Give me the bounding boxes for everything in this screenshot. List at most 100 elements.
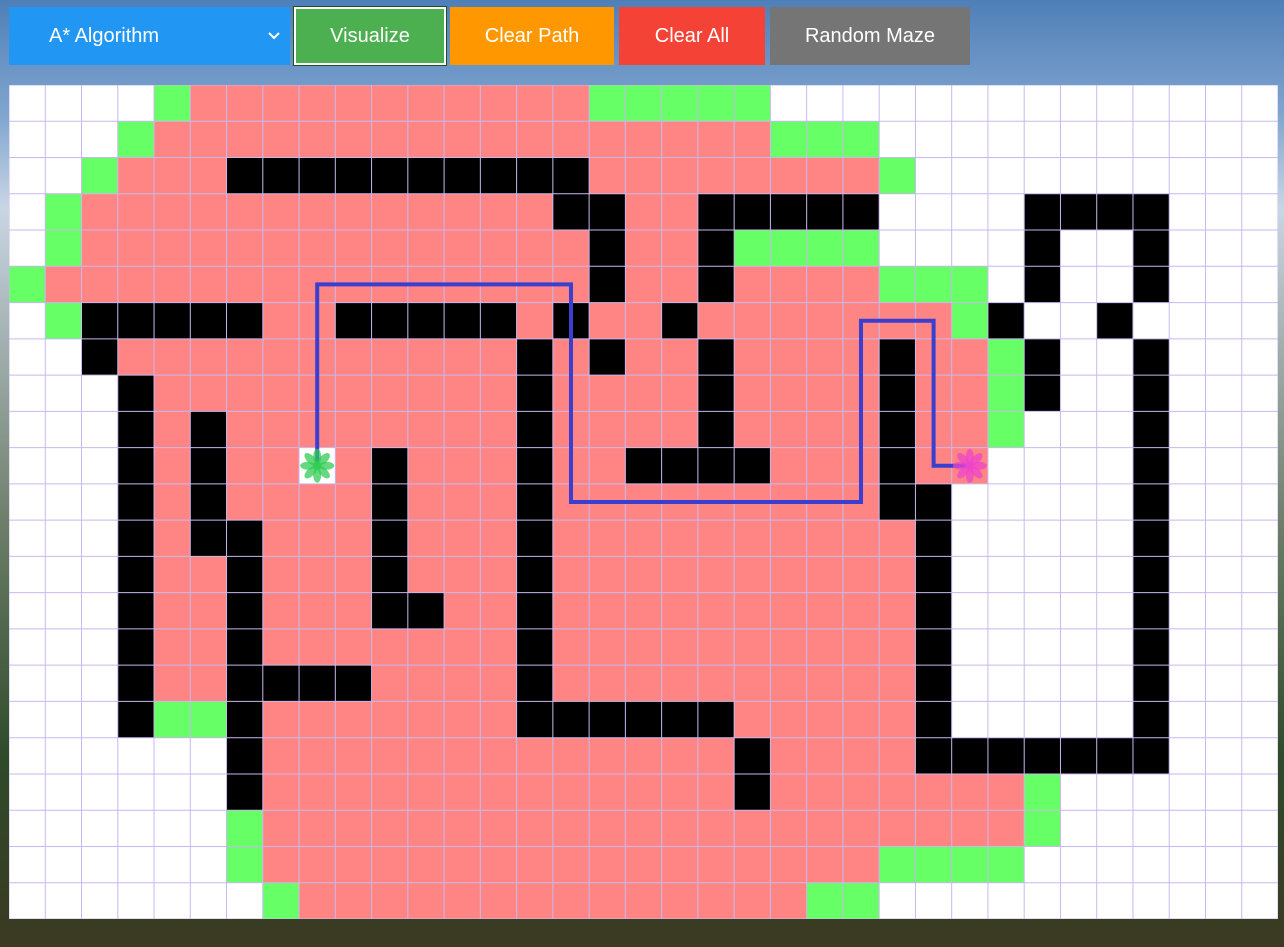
- grid-cell-visited[interactable]: [154, 556, 191, 593]
- grid-cell-frontier[interactable]: [1024, 810, 1061, 847]
- grid-cell-empty[interactable]: [1096, 447, 1133, 484]
- grid-cell-empty[interactable]: [190, 810, 227, 847]
- grid-cell-empty[interactable]: [1060, 157, 1097, 194]
- grid-cell-visited[interactable]: [226, 85, 263, 122]
- grid-cell-empty[interactable]: [117, 882, 155, 919]
- grid-cell-empty[interactable]: [1060, 447, 1097, 484]
- grid-cell-empty[interactable]: [1241, 773, 1278, 811]
- grid-cell-empty[interactable]: [117, 773, 155, 811]
- grid-cell-visited[interactable]: [951, 375, 988, 412]
- grid-cell-visited[interactable]: [262, 556, 300, 593]
- grid-cell-empty[interactable]: [951, 556, 988, 593]
- grid-cell-visited[interactable]: [407, 846, 445, 883]
- grid-cell-visited[interactable]: [625, 230, 662, 267]
- grid-cell-empty[interactable]: [987, 230, 1025, 267]
- grid-cell-wall[interactable]: [1096, 193, 1133, 231]
- grid-cell-visited[interactable]: [770, 665, 807, 702]
- grid-cell-visited[interactable]: [299, 737, 336, 774]
- grid-cell-wall[interactable]: [661, 302, 698, 339]
- grid-cell-visited[interactable]: [806, 556, 843, 593]
- grid-cell-visited[interactable]: [190, 121, 227, 158]
- grid-cell-frontier[interactable]: [45, 230, 82, 267]
- grid-cell-wall[interactable]: [516, 628, 553, 666]
- grid-cell-empty[interactable]: [1060, 701, 1097, 738]
- grid-cell-wall[interactable]: [697, 338, 735, 376]
- grid-cell-empty[interactable]: [1205, 302, 1242, 339]
- grid-cell-visited[interactable]: [444, 375, 481, 412]
- grid-cell-visited[interactable]: [552, 737, 590, 774]
- grid-cell-visited[interactable]: [480, 375, 517, 412]
- grid-cell-empty[interactable]: [1024, 520, 1061, 557]
- grid-cell-visited[interactable]: [480, 628, 517, 666]
- grid-cell-wall[interactable]: [407, 302, 445, 339]
- grid-cell-empty[interactable]: [915, 121, 952, 158]
- grid-cell-visited[interactable]: [697, 556, 735, 593]
- grid-cell-frontier[interactable]: [734, 85, 771, 122]
- grid-cell-frontier[interactable]: [697, 85, 735, 122]
- grid-cell-empty[interactable]: [951, 85, 988, 122]
- grid-cell-frontier[interactable]: [625, 85, 662, 122]
- grid-cell-visited[interactable]: [625, 193, 662, 231]
- grid-cell-wall[interactable]: [1132, 701, 1170, 738]
- grid-cell-visited[interactable]: [117, 338, 155, 376]
- grid-cell-empty[interactable]: [1205, 846, 1242, 883]
- grid-cell-visited[interactable]: [407, 882, 445, 919]
- grid-cell-empty[interactable]: [1024, 628, 1061, 666]
- grid-cell-visited[interactable]: [154, 628, 191, 666]
- grid-cell-wall[interactable]: [589, 193, 626, 231]
- grid-cell-wall[interactable]: [117, 556, 155, 593]
- grid-cell-visited[interactable]: [770, 628, 807, 666]
- grid-cell-visited[interactable]: [335, 810, 372, 847]
- grid-cell-wall[interactable]: [552, 701, 590, 738]
- grid-cell-visited[interactable]: [770, 773, 807, 811]
- grid-cell-visited[interactable]: [879, 773, 916, 811]
- grid-cell-empty[interactable]: [45, 882, 82, 919]
- grid-cell-empty[interactable]: [1024, 85, 1061, 122]
- grid-cell-wall[interactable]: [1024, 230, 1061, 267]
- grid-cell-empty[interactable]: [154, 882, 191, 919]
- grid-cell-frontier[interactable]: [842, 121, 880, 158]
- grid-cell-empty[interactable]: [1024, 483, 1061, 521]
- clear-all-button[interactable]: Clear All: [619, 7, 765, 65]
- grid-cell-wall[interactable]: [697, 193, 735, 231]
- end-node-flower-icon[interactable]: [952, 448, 987, 483]
- grid-cell-visited[interactable]: [335, 701, 372, 738]
- grid-cell-empty[interactable]: [190, 846, 227, 883]
- grid-cell-empty[interactable]: [45, 628, 82, 666]
- grid-cell-visited[interactable]: [625, 121, 662, 158]
- grid-cell-empty[interactable]: [951, 230, 988, 267]
- grid-cell-wall[interactable]: [516, 338, 553, 376]
- grid-cell-visited[interactable]: [734, 665, 771, 702]
- grid-cell-visited[interactable]: [516, 121, 553, 158]
- grid-cell-frontier[interactable]: [951, 302, 988, 339]
- grid-cell-visited[interactable]: [371, 85, 408, 122]
- grid-cell-wall[interactable]: [661, 447, 698, 484]
- grid-cell-empty[interactable]: [1169, 556, 1206, 593]
- grid-cell-wall[interactable]: [226, 665, 263, 702]
- grid-cell-visited[interactable]: [589, 447, 626, 484]
- grid-cell-visited[interactable]: [770, 846, 807, 883]
- grid-cell-empty[interactable]: [1024, 157, 1061, 194]
- random-maze-button[interactable]: Random Maze: [770, 7, 970, 65]
- grid-cell-visited[interactable]: [371, 193, 408, 231]
- grid-cell-frontier[interactable]: [879, 266, 916, 303]
- grid-cell-visited[interactable]: [299, 121, 336, 158]
- grid-cell-visited[interactable]: [407, 483, 445, 521]
- grid-cell-visited[interactable]: [770, 447, 807, 484]
- grid-cell-visited[interactable]: [661, 520, 698, 557]
- grid-cell-empty[interactable]: [987, 483, 1025, 521]
- grid-cell-visited[interactable]: [589, 411, 626, 448]
- grid-cell-empty[interactable]: [1169, 193, 1206, 231]
- grid-cell-empty[interactable]: [45, 338, 82, 376]
- grid-cell-visited[interactable]: [661, 810, 698, 847]
- grid-cell-empty[interactable]: [915, 157, 952, 194]
- grid-cell-frontier[interactable]: [915, 846, 952, 883]
- grid-cell-visited[interactable]: [262, 411, 300, 448]
- grid-cell-wall[interactable]: [625, 701, 662, 738]
- grid-cell-visited[interactable]: [444, 338, 481, 376]
- grid-cell-empty[interactable]: [45, 737, 82, 774]
- grid-cell-empty[interactable]: [9, 483, 46, 521]
- grid-cell-empty[interactable]: [1096, 375, 1133, 412]
- grid-cell-empty[interactable]: [987, 520, 1025, 557]
- grid-cell-empty[interactable]: [1096, 882, 1133, 919]
